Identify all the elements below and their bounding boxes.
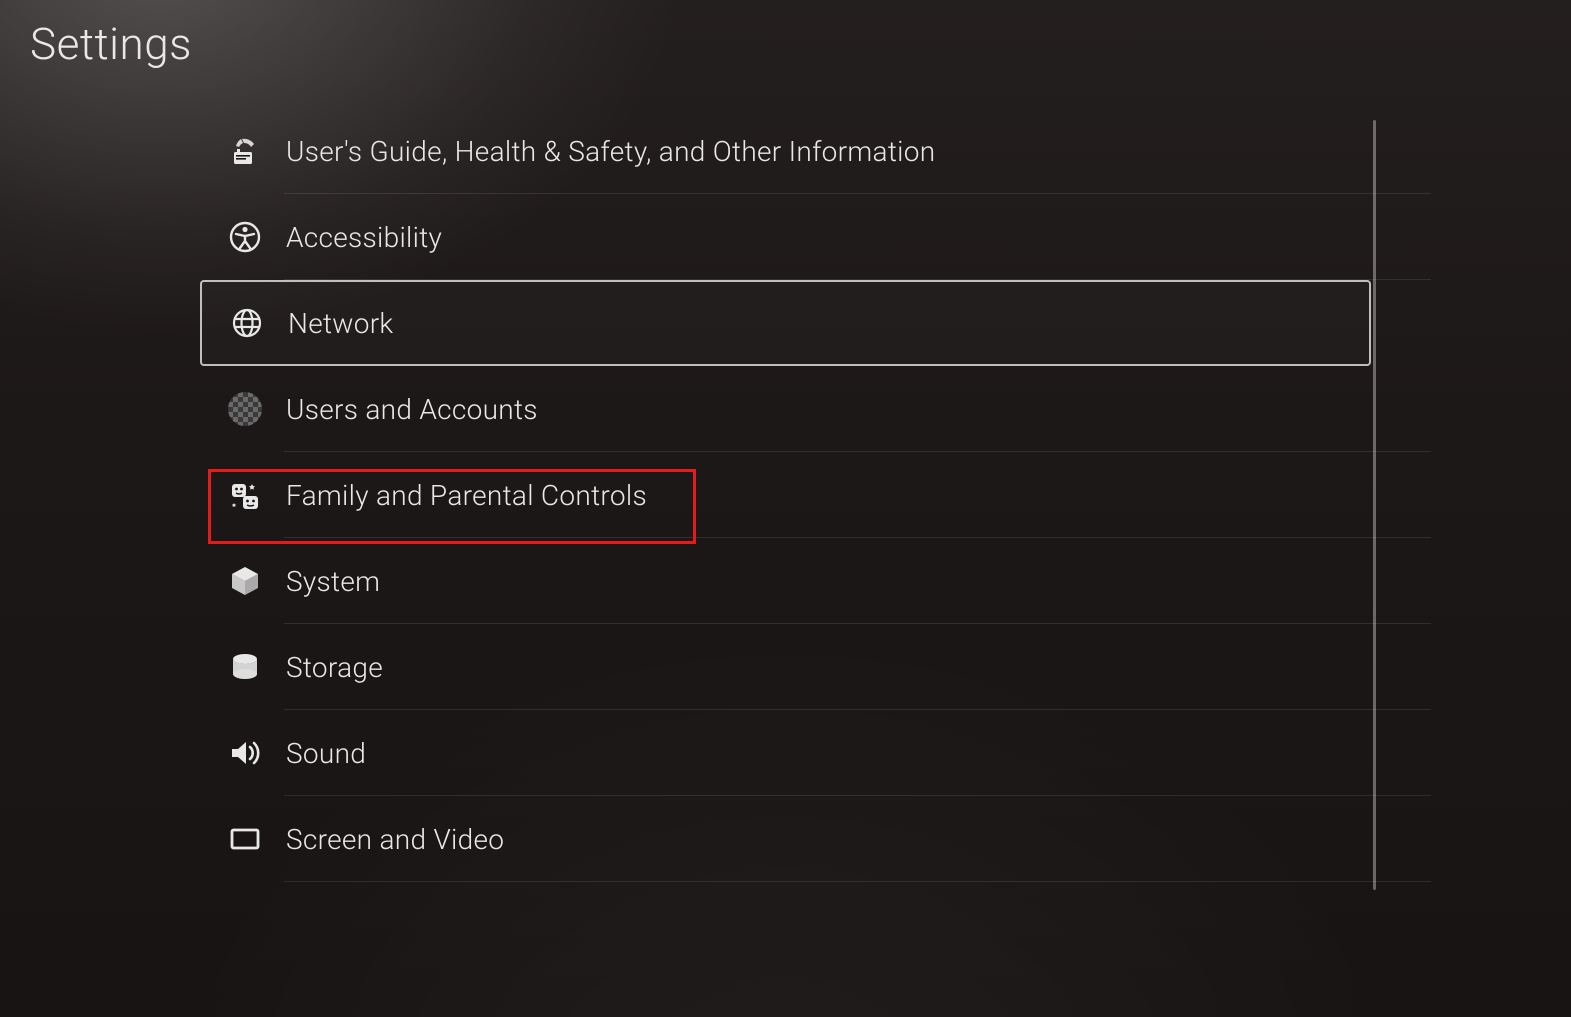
menu-item-screen[interactable]: Screen and Video <box>200 796 1371 882</box>
speaker-icon <box>228 736 262 770</box>
guide-icon <box>228 134 262 168</box>
divider <box>284 881 1431 882</box>
menu-item-storage[interactable]: Storage <box>200 624 1371 710</box>
menu-item-label: Screen and Video <box>286 823 504 856</box>
menu-item-network[interactable]: Network <box>200 280 1371 366</box>
menu-item-label: Family and Parental Controls <box>286 479 647 512</box>
avatar-icon <box>228 392 262 426</box>
screen-icon <box>228 822 262 856</box>
menu-item-sound[interactable]: Sound <box>200 710 1371 796</box>
menu-item-users[interactable]: Users and Accounts <box>200 366 1371 452</box>
page-title: Settings <box>30 18 192 70</box>
scrollbar[interactable] <box>1373 120 1376 890</box>
settings-menu: User's Guide, Health & Safety, and Other… <box>200 108 1371 882</box>
cube-icon <box>228 564 262 598</box>
menu-item-label: System <box>286 565 380 598</box>
menu-item-system[interactable]: System <box>200 538 1371 624</box>
menu-item-label: Users and Accounts <box>286 393 538 426</box>
menu-item-label: Sound <box>286 737 366 770</box>
settings-screen: Settings User's Guide, Health & Safety, … <box>0 0 1571 1017</box>
accessibility-icon <box>228 220 262 254</box>
menu-item-label: Accessibility <box>286 221 442 254</box>
menu-item-accessibility[interactable]: Accessibility <box>200 194 1371 280</box>
menu-item-guide[interactable]: User's Guide, Health & Safety, and Other… <box>200 108 1371 194</box>
family-icon <box>228 478 262 512</box>
menu-item-label: Storage <box>286 651 383 684</box>
menu-item-label: User's Guide, Health & Safety, and Other… <box>286 135 935 168</box>
menu-item-label: Network <box>288 307 393 340</box>
globe-icon <box>230 306 264 340</box>
storage-icon <box>228 650 262 684</box>
menu-item-family[interactable]: Family and Parental Controls <box>200 452 1371 538</box>
